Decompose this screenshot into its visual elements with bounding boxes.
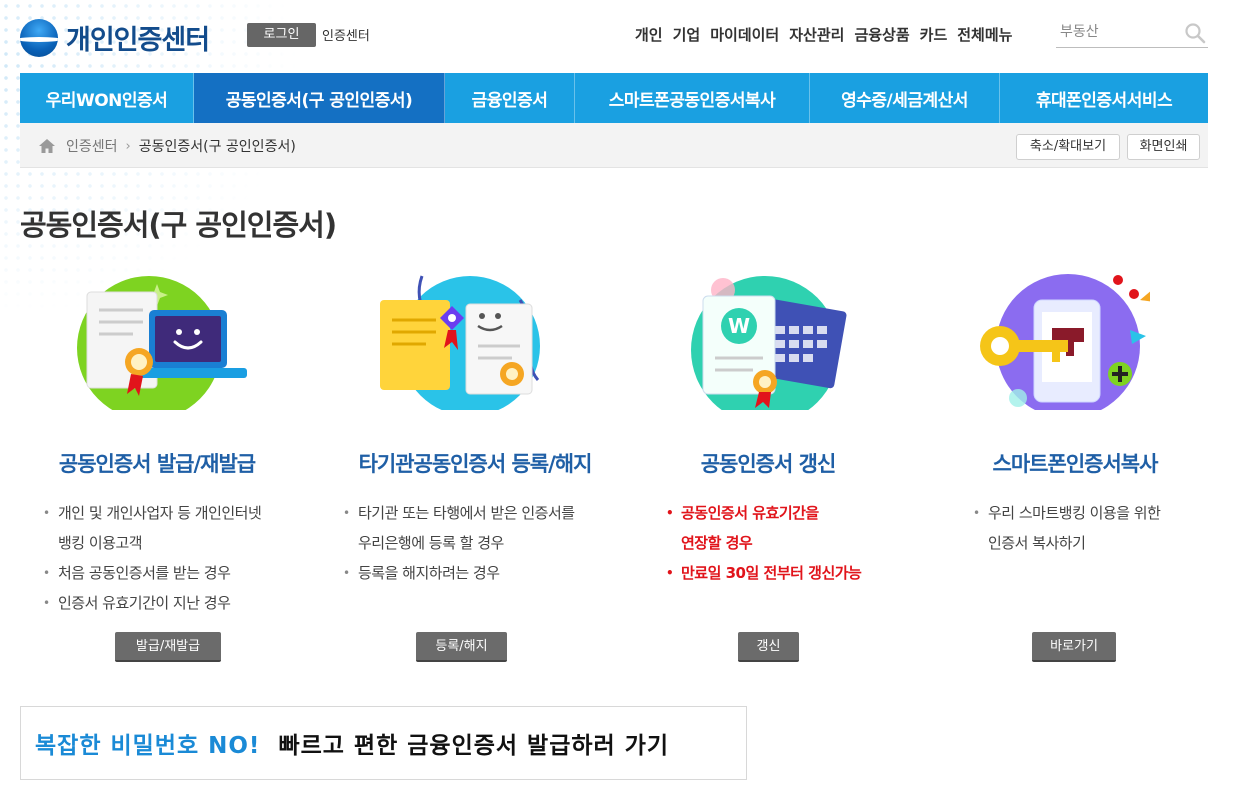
svg-text:W: W	[728, 314, 750, 338]
list-item: 타기관 또는 타행에서 받은 인증서를	[340, 498, 575, 528]
card-list-issue: 개인 및 개인사업자 등 개인인터넷 뱅킹 이용고객 처음 공동인증서를 받는 …	[40, 498, 262, 618]
card-list-register: 타기관 또는 타행에서 받은 인증서를 우리은행에 등록 할 경우 등록을 해지…	[340, 498, 575, 588]
topnav-all-menu[interactable]: 전체메뉴	[957, 24, 1012, 45]
breadcrumb-home[interactable]: 인증센터	[66, 136, 118, 156]
list-item: 우리은행에 등록 할 경우	[358, 534, 504, 552]
issue-button[interactable]: 발급/재발급	[115, 632, 221, 662]
list-item: 공동인증서 유효기간을	[663, 498, 861, 528]
card-list-renewal: 공동인증서 유효기간을 연장할 경우 만료일 30일 전부터 갱신가능	[663, 498, 862, 588]
search-box	[1056, 18, 1208, 48]
list-item: 처음 공동인증서를 받는 경우	[40, 558, 261, 588]
site-logo[interactable]: 개인인증센터	[20, 18, 210, 57]
search-input[interactable]	[1056, 18, 1176, 46]
login-button[interactable]: 로그인	[247, 23, 316, 47]
search-icon[interactable]	[1184, 22, 1206, 44]
main-tab-bar: 우리WON인증서 공동인증서(구 공인인증서) 금융인증서 스마트폰공동인증서복…	[20, 73, 1208, 123]
topnav-business[interactable]: 기업	[673, 24, 701, 45]
card-title-renewal[interactable]: 공동인증서 갱신	[623, 448, 913, 478]
register-button[interactable]: 등록/해지	[416, 632, 507, 662]
smartphone-key-icon	[980, 274, 1150, 410]
tab-receipt-tax-invoice[interactable]: 영수증/세금계산서	[810, 73, 1000, 123]
logo-text: 개인인증센터	[66, 25, 210, 56]
print-button[interactable]: 화면인쇄	[1127, 134, 1200, 160]
card-title-issue[interactable]: 공동인증서 발급/재발급	[12, 448, 302, 478]
tab-mobile-cert-service[interactable]: 휴대폰인증서서비스	[1000, 73, 1208, 123]
promo-text: 빠르고 편한 금융인증서 발급하러 가기	[278, 733, 670, 759]
tab-woori-won-cert[interactable]: 우리WON인증서	[20, 73, 194, 123]
site-header: 개인인증센터 로그인 인증센터 개인 기업 마이데이터 자산관리 금융상품 카드…	[20, 14, 1208, 60]
breadcrumb: 인증센터 › 공동인증서(구 공인인증서)	[38, 136, 296, 156]
topnav-card[interactable]: 카드	[920, 24, 948, 45]
page-title: 공동인증서(구 공인인증서)	[20, 208, 337, 242]
topnav-mydata[interactable]: 마이데이터	[710, 24, 779, 45]
go-button[interactable]: 바로가기	[1032, 632, 1116, 662]
topnav-personal[interactable]: 개인	[635, 24, 663, 45]
home-icon[interactable]	[38, 138, 56, 154]
breadcrumb-bar: 인증센터 › 공동인증서(구 공인인증서) 축소/확대보기 화면인쇄	[20, 123, 1208, 168]
tab-joint-cert[interactable]: 공동인증서(구 공인인증서)	[194, 73, 445, 123]
list-item: 우리 스마트뱅킹 이용을 위한	[970, 498, 1161, 528]
financial-cert-promo-banner[interactable]: 복잡한 비밀번호 NO! 빠르고 편한 금융인증서 발급하러 가기	[20, 706, 747, 780]
logo-icon	[20, 18, 58, 57]
card-list-smartphone-copy: 우리 스마트뱅킹 이용을 위한 인증서 복사하기	[970, 498, 1161, 558]
list-item: 개인 및 개인사업자 등 개인인터넷	[40, 498, 262, 528]
topnav-financial-products[interactable]: 금융상품	[854, 24, 909, 45]
promo-highlight: 복잡한 비밀번호 NO!	[35, 733, 261, 759]
zoom-button[interactable]: 축소/확대보기	[1016, 134, 1120, 160]
list-item: 뱅킹 이용고객	[58, 534, 143, 552]
list-item: 인증서 유효기간이 지난 경우	[40, 588, 261, 618]
renewal-button[interactable]: 갱신	[738, 632, 799, 662]
list-item: 만료일 30일 전부터 갱신가능	[663, 558, 862, 588]
certificate-laptop-icon	[77, 276, 247, 410]
tab-smartphone-cert-copy[interactable]: 스마트폰공동인증서복사	[575, 73, 810, 123]
list-item: 인증서 복사하기	[988, 534, 1086, 552]
topnav-asset-management[interactable]: 자산관리	[789, 24, 844, 45]
certification-center-link[interactable]: 인증센터	[322, 25, 370, 44]
tab-financial-cert[interactable]: 금융인증서	[445, 73, 575, 123]
card-title-smartphone-copy[interactable]: 스마트폰인증서복사	[930, 448, 1220, 478]
document-register-icon	[380, 275, 540, 410]
chevron-right-icon: ›	[125, 138, 131, 154]
certificate-renewal-icon: W	[691, 276, 847, 410]
card-title-register[interactable]: 타기관공동인증서 등록/해지	[330, 448, 620, 478]
breadcrumb-current: 공동인증서(구 공인인증서)	[138, 139, 296, 155]
top-navigation: 개인 기업 마이데이터 자산관리 금융상품 카드 전체메뉴	[635, 24, 1012, 45]
list-item: 등록을 해지하려는 경우	[340, 558, 575, 588]
list-item: 연장할 경우	[681, 534, 753, 552]
